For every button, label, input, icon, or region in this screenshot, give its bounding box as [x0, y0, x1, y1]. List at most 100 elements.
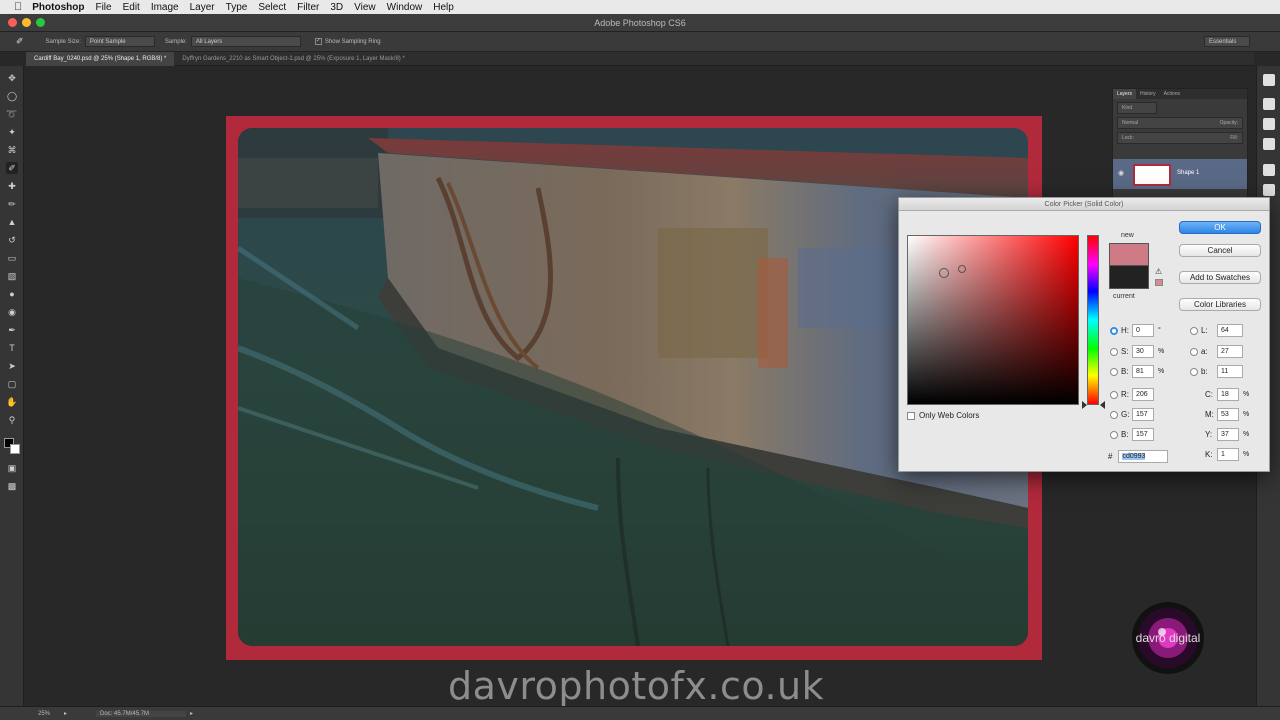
shape-tool-icon[interactable]: ▢ [6, 378, 18, 390]
hue-slider-right-arrow-icon[interactable] [1100, 401, 1105, 409]
green-radio[interactable] [1110, 410, 1118, 419]
quick-select-tool-icon[interactable]: ✦ [6, 126, 18, 138]
color-sample-ring[interactable] [939, 268, 949, 278]
doc-info-menu-icon[interactable]: ▸ [190, 710, 193, 717]
magenta-input[interactable]: 53 [1217, 408, 1239, 421]
gradient-tool-icon[interactable]: ▧ [6, 270, 18, 282]
menu-layer[interactable]: Layer [190, 2, 215, 13]
zoom-tool-icon[interactable]: ⚲ [6, 414, 18, 426]
black-input[interactable]: 1 [1217, 448, 1239, 461]
lab-l-radio[interactable] [1190, 326, 1198, 335]
lasso-tool-icon[interactable]: ➰ [6, 108, 18, 120]
hex-input[interactable]: cd0993 [1118, 450, 1169, 463]
eye-icon[interactable]: ◉ [1118, 169, 1124, 177]
paths-panel-icon[interactable] [1263, 118, 1275, 130]
tab-layers[interactable]: Layers [1113, 89, 1137, 99]
menu-select[interactable]: Select [258, 2, 286, 13]
type-tool-icon[interactable]: T [6, 342, 18, 354]
lab-b-radio[interactable] [1190, 367, 1198, 376]
blend-mode-select[interactable]: Normal [1122, 118, 1138, 128]
hue-slider[interactable] [1087, 235, 1099, 405]
menu-image[interactable]: Image [151, 2, 179, 13]
eraser-tool-icon[interactable]: ▭ [6, 252, 18, 264]
background-color-swatch[interactable] [10, 444, 20, 454]
saturation-input[interactable]: 30 [1132, 345, 1154, 358]
workspace-select[interactable]: Essentials [1204, 36, 1250, 47]
healing-brush-tool-icon[interactable]: ✚ [6, 180, 18, 192]
hand-tool-icon[interactable]: ✋ [6, 396, 18, 408]
menu-file[interactable]: File [95, 2, 111, 13]
lab-a-input[interactable]: 27 [1217, 345, 1243, 358]
adjustments-panel-icon[interactable] [1263, 164, 1275, 176]
lab-a-radio[interactable] [1190, 347, 1198, 356]
hue-radio[interactable] [1110, 326, 1118, 335]
marquee-tool-icon[interactable]: ◯ [6, 90, 18, 102]
pen-tool-icon[interactable]: ✒ [6, 324, 18, 336]
menu-help[interactable]: Help [433, 2, 454, 13]
minimize-window-button[interactable] [22, 18, 31, 27]
show-ring-checkbox[interactable]: ✓ [314, 38, 322, 45]
hue-slider-left-arrow-icon[interactable] [1082, 401, 1087, 409]
menu-type[interactable]: Type [226, 2, 248, 13]
sample-size-select[interactable]: Point Sample [84, 36, 155, 47]
lab-b-input[interactable]: 11 [1217, 365, 1243, 378]
status-menu-icon[interactable]: ▸ [64, 710, 72, 717]
tab-history[interactable]: History [1136, 89, 1160, 99]
screen-mode-icon[interactable]: ▩ [6, 480, 18, 492]
menu-filter[interactable]: Filter [297, 2, 319, 13]
menu-view[interactable]: View [354, 2, 376, 13]
color-libraries-button[interactable]: Color Libraries [1179, 298, 1261, 311]
gamut-correction-swatch[interactable] [1155, 279, 1163, 286]
tab-dyffryn-gardens[interactable]: Dyffryn Gardens_2210 as Smart Object-1.p… [174, 52, 412, 66]
ok-button[interactable]: OK [1179, 221, 1261, 234]
actions-panel-icon[interactable] [1263, 138, 1275, 150]
sample-select[interactable]: All Layers [190, 36, 301, 47]
yellow-input[interactable]: 37 [1217, 428, 1239, 441]
eyedropper-tool-icon[interactable]: ✐ [6, 162, 18, 174]
clone-stamp-tool-icon[interactable]: ▲ [6, 216, 18, 228]
green-input[interactable]: 157 [1132, 408, 1154, 421]
eyedropper-preset-icon[interactable]: ✐ [16, 36, 24, 47]
cyan-input[interactable]: 18 [1217, 388, 1239, 401]
zoom-window-button[interactable] [36, 18, 45, 27]
history-brush-tool-icon[interactable]: ↺ [6, 234, 18, 246]
hue-input[interactable]: 0 [1132, 324, 1154, 337]
brightness-radio[interactable] [1110, 367, 1118, 376]
blue-input[interactable]: 157 [1132, 428, 1154, 441]
lab-l-input[interactable]: 64 [1217, 324, 1243, 337]
menu-edit[interactable]: Edit [123, 2, 140, 13]
layer-row-shape-1[interactable]: ◉ Shape 1 [1113, 159, 1247, 189]
kind-filter-select[interactable]: Kind [1117, 102, 1157, 114]
red-radio[interactable] [1110, 390, 1118, 399]
quick-mask-icon[interactable]: ▣ [6, 462, 18, 474]
only-web-colors-checkbox[interactable] [907, 411, 915, 420]
apple-icon[interactable]:  [14, 1, 22, 13]
panel-dock-icon-1[interactable] [1263, 74, 1275, 86]
out-of-gamut-warning-icon[interactable]: ⚠ [1155, 267, 1162, 276]
path-selection-tool-icon[interactable]: ➤ [6, 360, 18, 372]
cancel-button[interactable]: Cancel [1179, 244, 1261, 257]
move-tool-icon[interactable]: ✥ [6, 72, 18, 84]
add-to-swatches-button[interactable]: Add to Swatches [1179, 271, 1261, 284]
red-input[interactable]: 206 [1132, 388, 1154, 401]
saturation-radio[interactable] [1110, 347, 1118, 356]
properties-panel-icon[interactable] [1263, 184, 1275, 196]
menu-window[interactable]: Window [387, 2, 423, 13]
blue-radio[interactable] [1110, 430, 1118, 439]
brush-tool-icon[interactable]: ✏ [6, 198, 18, 210]
current-color-swatch[interactable] [1109, 266, 1149, 289]
saturation-brightness-field[interactable] [907, 235, 1079, 405]
menu-photoshop[interactable]: Photoshop [32, 2, 84, 13]
blur-tool-icon[interactable]: ● [6, 288, 18, 300]
menu-3d[interactable]: 3D [330, 2, 343, 13]
crop-tool-icon[interactable]: ⌘ [6, 144, 18, 156]
only-web-colors-option[interactable]: Only Web Colors [907, 411, 979, 420]
dodge-tool-icon[interactable]: ◉ [6, 306, 18, 318]
layers-panel-icon[interactable] [1263, 98, 1275, 110]
tab-actions[interactable]: Actions [1160, 89, 1184, 99]
brightness-input[interactable]: 81 [1132, 365, 1154, 378]
zoom-level[interactable]: 25% [38, 711, 50, 717]
close-window-button[interactable] [8, 18, 17, 27]
doc-info[interactable]: Doc: 45.7M/45.7M [96, 710, 187, 717]
tab-cardiff-bay[interactable]: Cardiff Bay_0240.psd @ 25% (Shape 1, RGB… [26, 51, 175, 66]
